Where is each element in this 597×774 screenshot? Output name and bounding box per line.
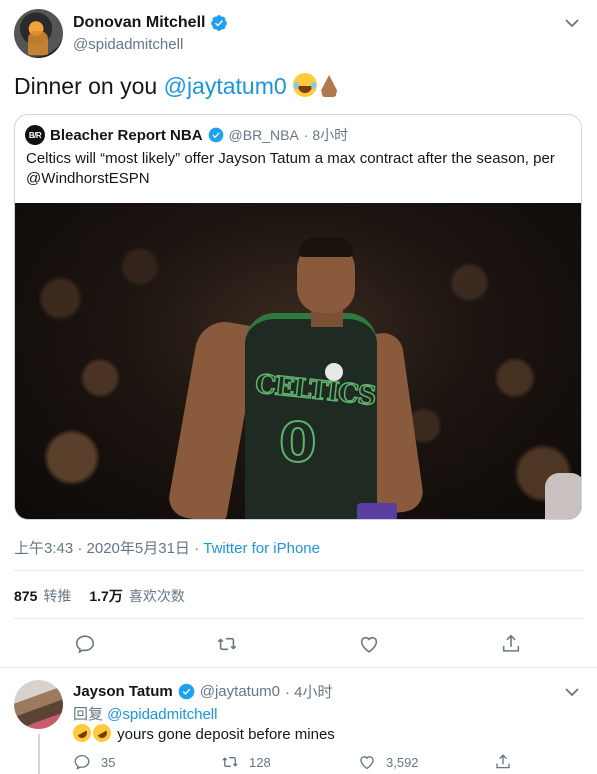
reply-author-avatar[interactable] [14, 680, 63, 729]
reply-retweet-button[interactable]: 128 [221, 753, 271, 771]
divider [14, 618, 584, 619]
reply-author-name[interactable]: Jayson Tatum [73, 683, 173, 700]
reply-header: Jayson Tatum @jaytatum0 · 4小时 [73, 681, 333, 702]
share-icon [502, 634, 520, 652]
jersey-number: 0 [278, 410, 318, 475]
reply-time[interactable]: · 4小时 [285, 681, 333, 702]
tweet-text-body: Dinner on you [14, 73, 164, 99]
reply-icon [74, 754, 90, 770]
quoted-tweet-card[interactable]: B/R Bleacher Report NBA @BR_NBA · 8小时 Ce… [14, 114, 582, 520]
reply-icon [75, 635, 95, 654]
chevron-down-icon[interactable] [564, 684, 580, 700]
reply-action-bar: 35 128 3,592 [73, 753, 543, 773]
retweets-stat[interactable]: 875 转推 [14, 586, 71, 606]
reply-author-handle[interactable]: @jaytatum0 [200, 683, 280, 700]
verified-badge-icon [211, 15, 228, 31]
quoted-tweet-header: B/R Bleacher Report NBA @BR_NBA · 8小时 [25, 125, 348, 145]
quoted-author-handle: @BR_NBA [228, 127, 299, 143]
divider [0, 667, 597, 668]
likes-label: 喜欢次数 [128, 588, 185, 604]
tweet-header: Donovan Mitchell @spidadmitchell [14, 9, 584, 61]
replying-to-label: 回复 [73, 706, 108, 723]
rolling-on-the-floor-laughing-icon [69, 720, 95, 746]
rolling-on-the-floor-laughing-icon [89, 720, 115, 746]
quoted-tweet-time: · 8小时 [303, 127, 349, 143]
reply-like-button[interactable]: 3,592 [358, 753, 419, 771]
tweet-timestamp[interactable]: 上午3:43 · 2020年5月31日 · [14, 540, 203, 557]
reply-button[interactable] [74, 633, 96, 655]
replying-to: 回复 @spidadmitchell [73, 703, 217, 724]
retweets-count: 875 [14, 588, 38, 604]
tweet-action-bar [0, 633, 597, 657]
reply-replies-count: 35 [101, 754, 116, 770]
thread-line [38, 734, 40, 774]
tweet-source-link[interactable]: Twitter for iPhone [203, 540, 320, 557]
bleacher-report-logo-icon: B/R [25, 125, 45, 145]
replying-to-mention[interactable]: @spidadmitchell [107, 706, 217, 723]
tweet-text: Dinner on you @jaytatum0 [14, 73, 341, 100]
reply-tweet[interactable]: Jayson Tatum @jaytatum0 · 4小时 回复 @spidad… [14, 678, 584, 774]
reply-text-body: yours gone deposit before mines [117, 726, 335, 743]
verified-badge-icon [208, 127, 223, 143]
reply-text: yours gone deposit before mines [69, 720, 335, 746]
divider [14, 570, 584, 571]
quoted-tweet-photo[interactable]: CELTICS 0 [15, 203, 581, 519]
share-icon [496, 754, 510, 769]
folded-hands-icon [317, 73, 341, 97]
like-button[interactable] [358, 633, 380, 655]
like-icon [360, 636, 378, 653]
tweet-mention-link[interactable]: @jaytatum0 [164, 73, 287, 99]
face-with-tears-of-joy-icon [293, 73, 318, 97]
like-icon [360, 756, 374, 770]
reply-likes-count: 3,592 [386, 754, 419, 770]
author-handle[interactable]: @spidadmitchell [73, 36, 183, 53]
retweet-button[interactable] [216, 633, 238, 655]
tweet-timestamp-line: 上午3:43 · 2020年5月31日 · Twitter for iPhone [14, 537, 320, 558]
author-name-row: Donovan Mitchell [73, 14, 228, 32]
quoted-tweet-text: Celtics will “most likely” offer Jayson … [26, 150, 555, 187]
photo-player-hair [299, 237, 353, 257]
author-display-name[interactable]: Donovan Mitchell [73, 14, 205, 32]
retweet-icon [217, 637, 237, 651]
author-avatar[interactable] [14, 9, 63, 58]
share-button[interactable] [500, 633, 522, 655]
photo-background-player [545, 473, 581, 519]
reply-share-button[interactable] [494, 753, 512, 771]
likes-stat[interactable]: 1.7万 喜欢次数 [89, 586, 184, 606]
retweet-icon [222, 756, 238, 768]
photo-wristband [357, 503, 397, 519]
reply-retweets-count: 128 [249, 754, 271, 770]
quoted-author-name: Bleacher Report NBA [50, 126, 203, 144]
retweets-label: 转推 [43, 588, 72, 604]
tweet-stats: 875 转推 1.7万 喜欢次数 [14, 586, 185, 606]
verified-badge-icon [178, 683, 195, 700]
chevron-down-icon[interactable] [564, 15, 580, 31]
reply-reply-button[interactable]: 35 [73, 753, 115, 771]
likes-count: 1.7万 [89, 588, 123, 604]
